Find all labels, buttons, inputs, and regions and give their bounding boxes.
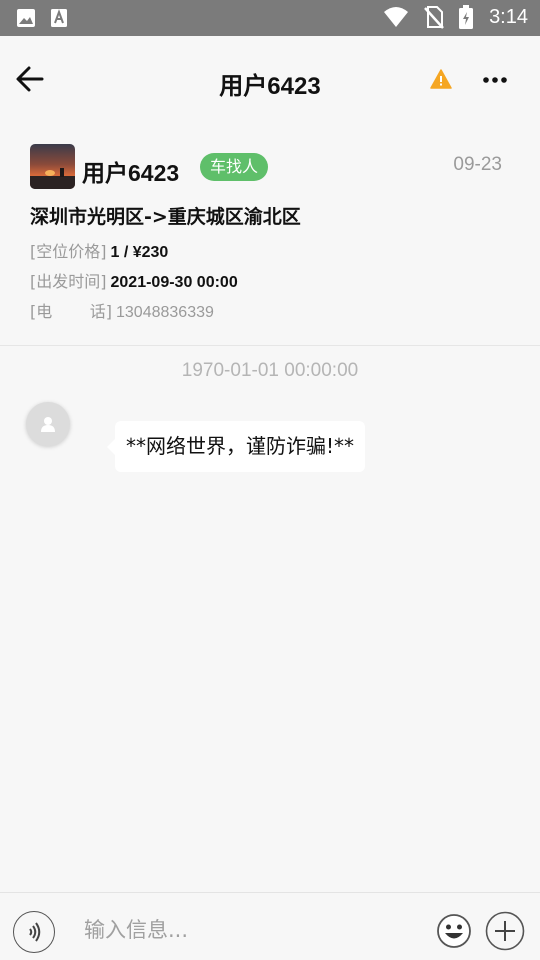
phone-row[interactable]: [电 话] 13048836339: [30, 298, 214, 322]
no-sim-icon: [424, 6, 444, 29]
message-bubble[interactable]: **网络世界，谨防诈骗!**: [106, 421, 366, 472]
route-text: 深圳市光明区->重庆城区渝北区: [30, 206, 301, 228]
voice-icon: [28, 921, 40, 942]
poster-avatar[interactable]: [30, 144, 75, 189]
status-left-icons: [16, 8, 68, 28]
status-bar: 3:14: [0, 0, 540, 36]
sender-avatar[interactable]: [26, 402, 70, 446]
more-icon[interactable]: [481, 68, 509, 92]
message-input[interactable]: [84, 913, 414, 947]
phone-label: [电 话]: [30, 298, 112, 322]
status-time: 3:14: [489, 5, 528, 28]
depart-value: 2021-09-30 00:00: [110, 274, 238, 291]
price-label: [空位价格]: [30, 242, 107, 261]
post-card[interactable]: 用户6423 车找人 09-23 深圳市光明区->重庆城区渝北区 [空位价格] 1…: [0, 122, 540, 346]
depart-row: [出发时间] 2021-09-30 00:00: [30, 268, 238, 292]
voice-button[interactable]: [13, 911, 55, 953]
status-right-icons: 3:14: [383, 5, 528, 29]
post-date: 09-23: [453, 154, 502, 175]
plus-icon[interactable]: [485, 911, 525, 951]
phone-label-left: [电: [30, 302, 53, 321]
font-a-icon: [51, 9, 67, 27]
chat-timestamp: 1970-01-01 00:00:00: [181, 360, 359, 381]
image-icon: [17, 9, 35, 27]
sunset-avatar-image: [30, 144, 75, 189]
depart-label: [出发时间]: [30, 272, 107, 291]
app-bar: 用户6423: [0, 36, 540, 122]
user-silhouette-icon: [41, 417, 55, 432]
battery-icon: [459, 5, 474, 29]
emoji-icon[interactable]: [436, 913, 472, 949]
price-row: [空位价格] 1 / ¥230: [30, 238, 168, 262]
price-value: 1 / ¥230: [110, 244, 169, 261]
phone-value[interactable]: 13048836339: [116, 304, 214, 321]
phone-label-right: 话]: [89, 302, 112, 321]
warning-icon[interactable]: [430, 69, 452, 89]
wifi-icon: [384, 7, 409, 27]
input-bar: [0, 892, 540, 960]
page-title: 用户6423: [219, 73, 321, 100]
poster-name: 用户6423: [82, 160, 180, 186]
role-badge: 车找人: [200, 153, 269, 181]
